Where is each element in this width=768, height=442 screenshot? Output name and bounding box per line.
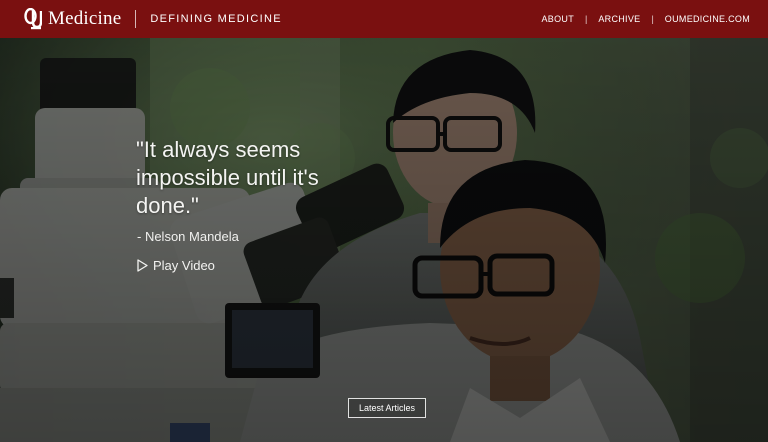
play-icon xyxy=(137,259,148,272)
lab-scene-image xyxy=(0,38,768,442)
nav-separator: | xyxy=(651,14,654,24)
play-video-label: Play Video xyxy=(153,258,215,273)
brand-divider xyxy=(135,10,137,28)
brand[interactable]: Medicine DEFINING MEDICINE xyxy=(24,8,282,30)
nav-oumedicine[interactable]: OUMEDICINE.COM xyxy=(665,14,750,24)
brand-tagline: DEFINING MEDICINE xyxy=(150,13,282,25)
nav-separator: | xyxy=(585,14,588,24)
latest-articles-button[interactable]: Latest Articles xyxy=(348,398,426,418)
quote-author: - Nelson Mandela xyxy=(137,229,239,244)
hero-image xyxy=(0,38,768,442)
nav-about[interactable]: ABOUT xyxy=(541,14,574,24)
top-bar: Medicine DEFINING MEDICINE ABOUT | ARCHI… xyxy=(0,0,768,38)
main-nav: ABOUT | ARCHIVE | OUMEDICINE.COM xyxy=(541,14,750,24)
brand-name: Medicine xyxy=(48,8,122,29)
ou-logo-icon xyxy=(24,8,42,30)
nav-archive[interactable]: ARCHIVE xyxy=(598,14,640,24)
hero-quote: "It always seems impossible until it's d… xyxy=(136,137,319,218)
play-video-button[interactable]: Play Video xyxy=(137,258,215,273)
